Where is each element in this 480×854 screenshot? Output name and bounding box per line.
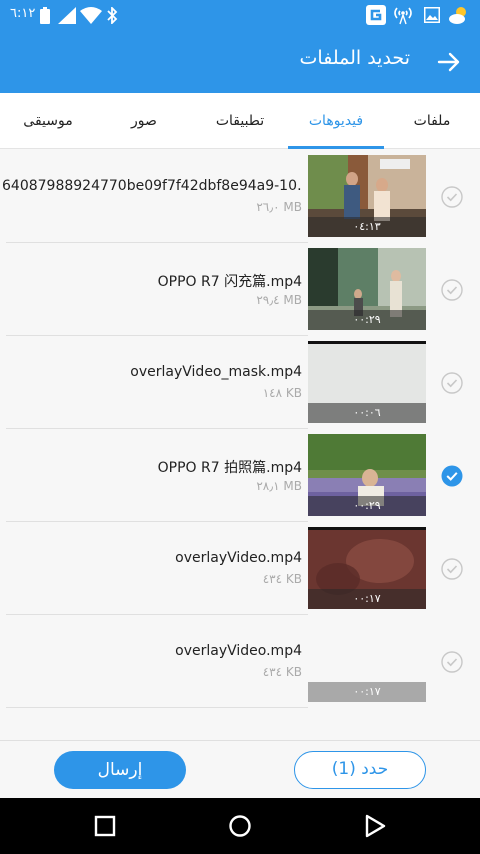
video-thumbnail: ٠٠:٠٦ xyxy=(308,341,426,423)
file-name: overlayVideo.mp4 xyxy=(175,643,302,659)
video-duration: ٠٠:٠٦ xyxy=(308,403,426,423)
video-duration: ٠٤:١٣ xyxy=(308,217,426,237)
check-circle-filled-icon[interactable] xyxy=(441,465,463,487)
row-divider xyxy=(6,707,308,708)
check-circle-icon[interactable] xyxy=(441,186,463,208)
status-time: ٦:١٢ xyxy=(10,6,36,21)
tab-videos[interactable]: فيديوهات xyxy=(296,111,376,131)
tab-indicator xyxy=(288,146,384,149)
tab-images[interactable]: صور xyxy=(120,111,168,131)
page-title: تحديد الملفات xyxy=(299,47,410,69)
status-bar: ٦:١٢ xyxy=(0,0,480,32)
check-circle-icon[interactable] xyxy=(441,558,463,580)
file-size: ٢٦٫٠ MB xyxy=(256,200,302,214)
app-g-icon xyxy=(366,5,386,25)
file-name: overlayVideo_mask.mp4 xyxy=(130,364,302,380)
header: تحديد الملفات xyxy=(0,32,480,93)
bottom-action-bar: إرسال حدد (1) xyxy=(0,740,480,798)
wifi-icon xyxy=(80,7,102,24)
check-circle-icon[interactable] xyxy=(441,651,463,673)
send-button[interactable]: إرسال xyxy=(54,751,186,789)
video-thumbnail: ٠٠:٢٩ xyxy=(308,248,426,330)
file-size: ٢٩٫٤ MB xyxy=(256,293,302,307)
tab-apps[interactable]: تطبيقات xyxy=(204,111,276,131)
file-name: OPPO R7 拍照篇.mp4 xyxy=(157,460,302,476)
home-icon[interactable] xyxy=(226,812,254,840)
file-size: ١٤٨ KB xyxy=(262,386,302,400)
tab-music[interactable]: موسيقى xyxy=(14,111,82,131)
video-duration: ٠٠:١٧ xyxy=(308,682,426,702)
weather-icon xyxy=(449,7,466,24)
video-thumbnail: ٠٤:١٣ xyxy=(308,155,426,237)
bluetooth-icon xyxy=(107,7,118,24)
signal-icon xyxy=(58,7,76,24)
list-item[interactable]: overlayVideo.mp4 ٤٣٤ KB ٠٠:١٧ xyxy=(0,522,480,615)
check-circle-icon[interactable] xyxy=(441,372,463,394)
list-item[interactable]: overlayVideo.mp4 ٤٣٤ KB ٠٠:١٧ xyxy=(0,615,480,708)
video-list: 64087988924770be09f7f42dbf8e94a9-10… ٢٦٫… xyxy=(0,150,480,740)
back-triangle-icon[interactable] xyxy=(361,812,389,840)
battery-icon xyxy=(40,7,50,24)
file-size: ٢٨٫١ MB xyxy=(256,479,302,493)
list-item[interactable]: overlayVideo_mask.mp4 ١٤٨ KB ٠٠:٠٦ xyxy=(0,336,480,429)
system-nav-bar xyxy=(0,798,480,854)
list-item[interactable]: 64087988924770be09f7f42dbf8e94a9-10… ٢٦٫… xyxy=(0,150,480,243)
tab-files[interactable]: ملفات xyxy=(406,111,458,131)
video-thumbnail: ٠٠:١٧ xyxy=(308,527,426,609)
video-duration: ٠٠:٢٩ xyxy=(308,496,426,516)
recent-apps-icon[interactable] xyxy=(91,812,119,840)
tab-bar: ملفات فيديوهات تطبيقات صور موسيقى xyxy=(0,93,480,149)
file-name: overlayVideo.mp4 xyxy=(175,550,302,566)
select-count-button[interactable]: حدد (1) xyxy=(294,751,426,789)
list-item[interactable]: OPPO R7 闪充篇.mp4 ٢٩٫٤ MB ٠٠:٢٩ xyxy=(0,243,480,336)
list-item[interactable]: OPPO R7 拍照篇.mp4 ٢٨٫١ MB ٠٠:٢٩ xyxy=(0,429,480,522)
video-duration: ٠٠:٢٩ xyxy=(308,310,426,330)
file-size: ٤٣٤ KB xyxy=(262,572,302,586)
video-thumbnail: ٠٠:١٧ xyxy=(308,620,426,702)
hotspot-icon xyxy=(394,7,412,25)
file-size: ٤٣٤ KB xyxy=(262,665,302,679)
video-thumbnail: ٠٠:٢٩ xyxy=(308,434,426,516)
check-circle-icon[interactable] xyxy=(441,279,463,301)
video-duration: ٠٠:١٧ xyxy=(308,589,426,609)
gallery-icon xyxy=(424,7,440,23)
arrow-right-icon[interactable] xyxy=(436,49,462,75)
file-name: 64087988924770be09f7f42dbf8e94a9-10… xyxy=(2,178,302,194)
file-name: OPPO R7 闪充篇.mp4 xyxy=(157,274,302,290)
